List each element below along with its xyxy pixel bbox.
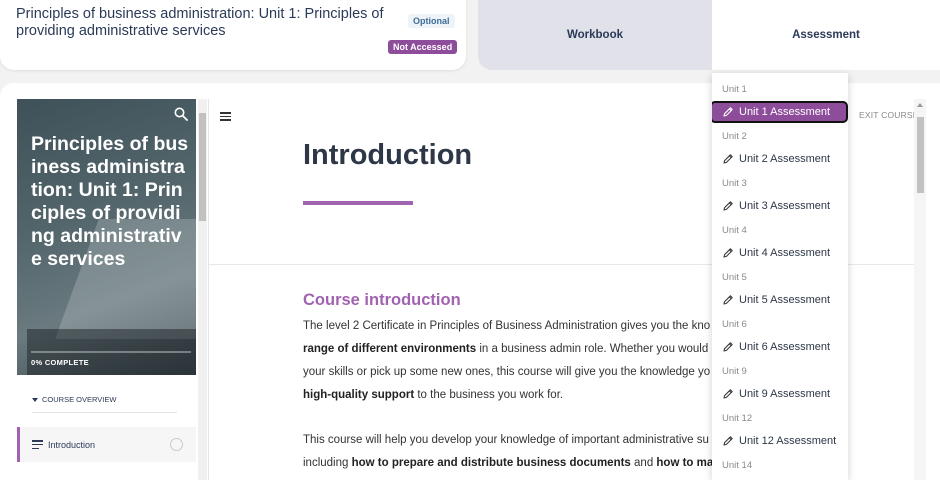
caret-down-icon [32,397,38,402]
dropdown-group-label: Unit 3 [722,178,747,189]
dropdown-item-assessment[interactable]: Unit 2 Assessment [712,148,848,170]
hamburger-menu-icon[interactable] [220,112,231,121]
paragraph-line: including how to prepare and distribute … [303,457,723,469]
progress-label: 0% COMPLETE [31,358,89,367]
exit-course-link[interactable]: EXIT COURSE [859,110,919,120]
text-lines-icon [32,440,43,449]
dropdown-item-label: Unit 6 Assessment [739,341,831,353]
optional-badge: Optional [408,14,455,28]
paragraph-line: The level 2 Certificate in Principles of… [303,320,723,332]
assessment-dropdown-menu: Unit 1 Unit 1 Assessment Unit 2 Unit 2 Asse… [712,73,848,480]
heading-underline [303,201,413,205]
search-icon[interactable] [174,107,188,121]
bold-text: how to prepare and distribute business d… [351,457,631,469]
sidebar-item-label: Introduction [48,439,96,450]
pencil-icon [722,153,734,165]
dropdown-item-label: Unit 9 Assessment [739,388,831,400]
sidebar-scrollbar[interactable] [198,99,207,480]
dropdown-group-label: Unit 4 [722,225,747,236]
dropdown-item-label: Unit 12 Assessment [739,435,837,447]
cover-title: Principles of business administration: U… [31,133,189,270]
paragraph-line: high-quality support to the business you… [303,389,723,401]
tab-workbook[interactable]: Workbook [478,0,712,70]
dropdown-item-assessment[interactable]: Unit 5 Assessment [712,289,848,311]
pencil-icon [722,435,734,447]
paragraph-line: This course will help you develop your k… [303,434,723,446]
course-header-card: Principles of business administration: U… [0,0,466,70]
dropdown-item-assessment[interactable]: Unit 6 Assessment [712,336,848,358]
dropdown-item-label: Unit 4 Assessment [739,247,831,259]
content-scrollbar-thumb[interactable] [917,117,924,193]
dropdown-item-label: Unit 5 Assessment [739,294,831,306]
paragraph-line: your skills or pick up some new ones, th… [303,366,723,378]
body-text: in a business admin role. Whether you wo… [476,343,717,355]
dropdown-group-label: Unit 6 [722,319,747,330]
paragraph-line: range of different environments in a bus… [303,343,723,355]
dropdown-item-assessment[interactable]: Unit 9 Assessment [712,383,848,405]
pencil-icon [722,247,734,259]
dropdown-item-assessment[interactable]: Unit 4 Assessment [712,242,848,264]
section-heading: Course introduction [303,291,461,309]
sidebar-item-introduction[interactable]: Introduction [17,427,196,462]
progress-bar [31,351,191,353]
pencil-icon [722,200,734,212]
course-cover: Principles of business administration: U… [17,99,196,375]
course-overview-toggle[interactable]: COURSE OVERVIEW [32,395,177,413]
dropdown-group-label: Unit 9 [722,366,747,377]
course-title: Principles of business administration: U… [16,6,384,39]
body-text: and [630,457,657,469]
bold-text: high-quality support [303,389,415,401]
course-overview-label: COURSE OVERVIEW [42,395,117,404]
body-text: This course will help you develop your k… [303,434,709,446]
body-text: your skills or pick up some new ones, th… [303,366,711,378]
status-badge: Not Accessed [388,40,458,54]
dropdown-item-assessment[interactable]: Unit 3 Assessment [712,195,848,217]
tab-assessment[interactable]: Assessment [712,0,940,70]
content-scrollbar[interactable] [914,99,926,480]
pencil-icon [722,341,734,353]
body-text: including [303,457,352,469]
dropdown-item-label: Unit 3 Assessment [739,200,831,212]
pencil-icon [722,294,734,306]
dropdown-group-label: Unit 14 [722,460,753,471]
dropdown-item-label: Unit 2 Assessment [739,153,831,165]
body-text: to the business you work for. [414,389,564,401]
bold-text: range of different environments [303,343,477,355]
body-text: The level 2 Certificate in Principles of… [303,320,711,332]
dropdown-group-label: Unit 12 [722,413,753,424]
dropdown-item-assessment[interactable]: Unit 12 Assessment [712,430,848,452]
dropdown-group-label: Unit 1 [722,84,747,95]
content-divider [208,99,209,480]
dropdown-group-label: Unit 2 [722,131,747,142]
pencil-icon [722,388,734,400]
page-title: Introduction [303,139,473,171]
dropdown-group-label: Unit 5 [722,272,747,283]
dropdown-item-assessment[interactable]: Unit 1 Assessment [712,101,848,123]
scroll-up-arrow-icon[interactable] [917,103,923,107]
sidebar-scrollbar-thumb[interactable] [199,113,206,221]
dropdown-item-label: Unit 1 Assessment [739,106,831,118]
completion-circle-icon [170,438,183,451]
pencil-icon [722,106,734,118]
